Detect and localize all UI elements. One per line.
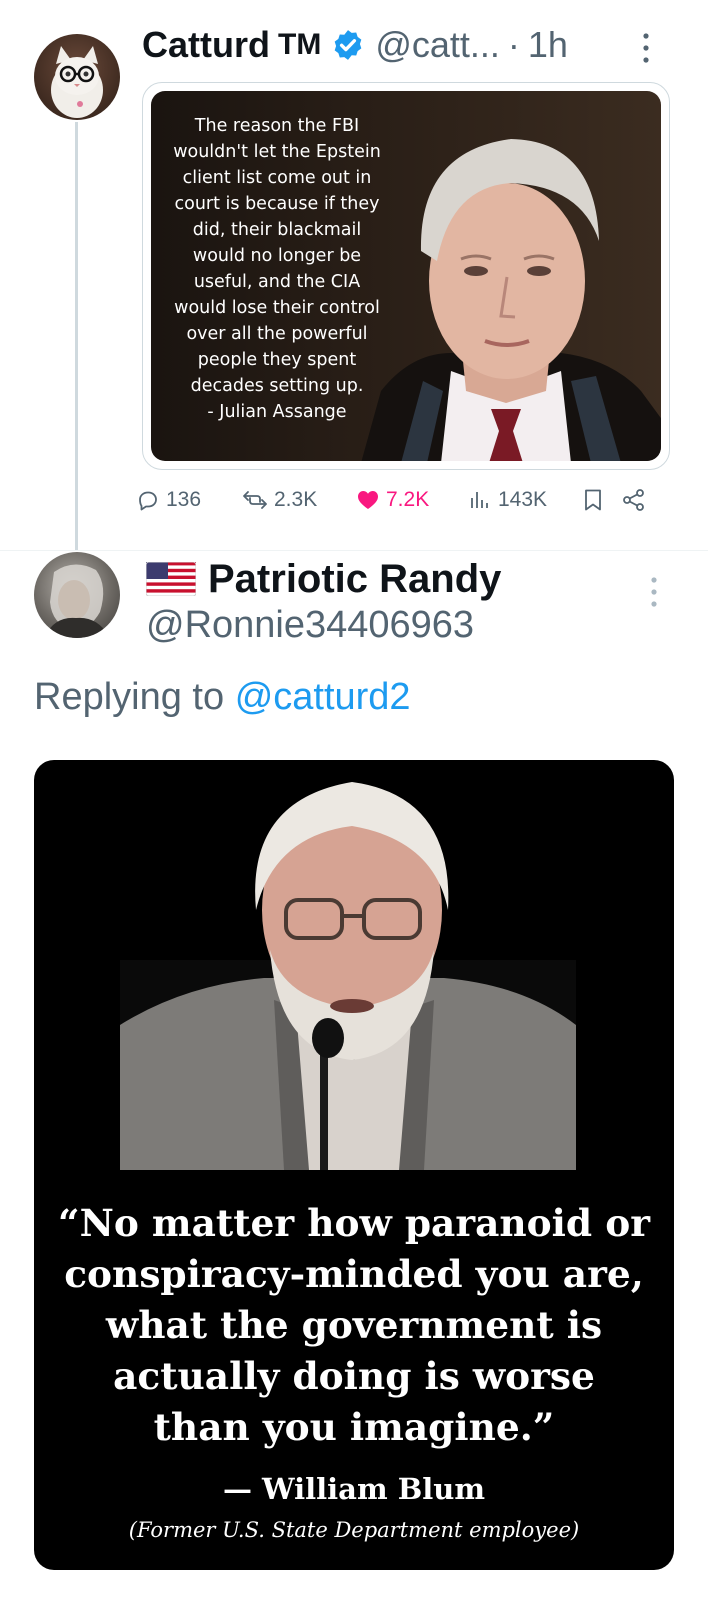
author-name[interactable]: Catturd — [142, 24, 270, 66]
like-count: 7.2K — [386, 488, 430, 511]
verified-badge-icon — [335, 30, 362, 60]
quote-line: than you imagine.” — [153, 1405, 555, 1449]
views-chart-icon — [471, 492, 488, 508]
william-blum-portrait — [120, 782, 576, 1170]
author-handle[interactable]: @catt... — [375, 24, 500, 66]
like-button[interactable]: 7.2K — [356, 480, 429, 520]
quote-line: court is because if they — [174, 194, 380, 214]
tweet1-header: Catturd TM @catt... · 1h — [142, 20, 568, 70]
time-separator: · — [507, 24, 520, 65]
quote-attribution-role: (Former U.S. State Department employee) — [128, 1518, 580, 1542]
quote-line: actually doing is worse — [113, 1354, 595, 1398]
heart-icon — [358, 491, 378, 509]
post-time[interactable]: 1h — [528, 24, 568, 66]
share-button[interactable] — [622, 480, 652, 520]
quote-line: conspiracy-minded you are, — [64, 1252, 644, 1296]
quote-line: client list come out in — [182, 168, 372, 188]
more-options-icon[interactable] — [640, 30, 652, 66]
quote-attribution: - Julian Assange — [207, 402, 347, 422]
bookmark-button[interactable] — [582, 480, 610, 520]
patriotic-randy-avatar[interactable] — [34, 552, 120, 638]
quote-line: “No matter how paranoid or — [58, 1201, 650, 1245]
replying-to-label: Replying to — [34, 676, 225, 718]
quote-line: decades setting up. — [190, 376, 364, 396]
quote-line: would lose their control — [174, 298, 380, 318]
repost-icon — [243, 491, 267, 509]
replying-to-mention-link[interactable]: @catturd2 — [235, 676, 411, 718]
replying-to-line: Replying to @catturd2 — [34, 676, 411, 719]
tweet2-media[interactable]: “No matter how paranoid or conspiracy-mi… — [34, 760, 674, 1570]
assange-quote-text: The reason the FBI wouldn't let the Epst… — [159, 113, 395, 425]
tweet1-action-bar: 136 2.3K 7.2K 143K — [136, 480, 656, 520]
quote-line: did, their blackmail — [192, 220, 362, 240]
more-options-icon[interactable] — [648, 574, 660, 610]
share-icon — [623, 489, 644, 511]
quote-line: wouldn't let the Epstein — [173, 142, 381, 162]
quote-line: would no longer be — [192, 246, 362, 266]
tweet1-media[interactable]: The reason the FBI wouldn't let the Epst… — [142, 82, 670, 470]
reply-count: 136 — [166, 488, 202, 511]
repost-count: 2.3K — [274, 488, 318, 511]
views-button[interactable]: 143K — [468, 480, 547, 520]
quote-line: people they spent — [197, 350, 357, 370]
quote-line: over all the powerful — [186, 324, 368, 344]
thread-connector-line — [75, 122, 78, 550]
reply-icon — [139, 491, 157, 511]
view-count: 143K — [498, 488, 548, 511]
tweet-divider — [0, 550, 708, 551]
trademark-label: TM — [278, 28, 322, 61]
author-name[interactable]: Patriotic Randy — [208, 557, 501, 602]
reply-button[interactable]: 136 — [136, 480, 201, 520]
blum-quote-text: “No matter how paranoid or conspiracy-mi… — [54, 1198, 654, 1453]
tweet2-header: Patriotic Randy — [146, 554, 501, 604]
us-flag-icon — [146, 562, 196, 596]
repost-button[interactable]: 2.3K — [242, 480, 317, 520]
catturd-avatar[interactable] — [34, 34, 120, 120]
quote-attribution: — William Blum — [222, 1472, 486, 1506]
quote-line: useful, and the CIA — [193, 272, 361, 292]
quote-line: The reason the FBI — [194, 116, 360, 136]
quote-line: what the government is — [105, 1303, 603, 1347]
assange-quote-image: The reason the FBI wouldn't let the Epst… — [151, 91, 661, 461]
bookmark-icon — [585, 489, 601, 511]
author-handle[interactable]: @Ronnie34406963 — [146, 604, 474, 647]
